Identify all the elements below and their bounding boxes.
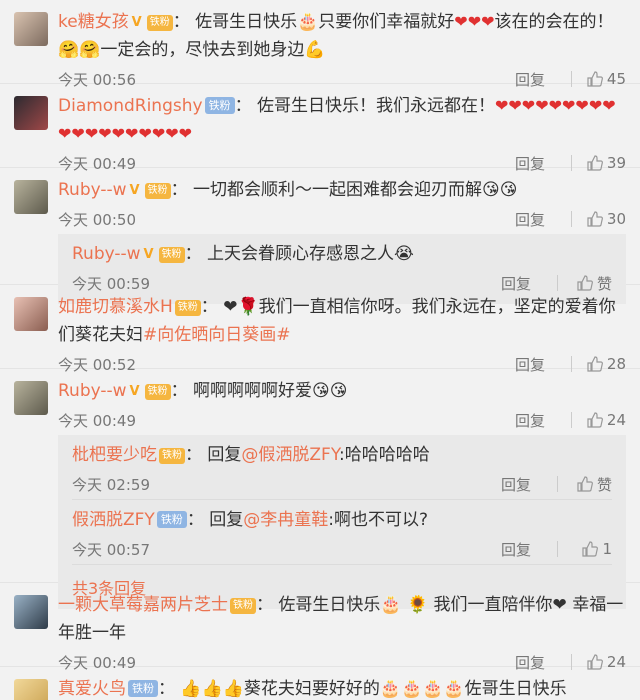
reply-prefix: 回复 <box>209 510 244 530</box>
sub-reply-body: 假洒脱ZFY 铁粉： 回复@李冉童鞋:啊也不可以? <box>72 510 428 530</box>
comment-item: Ruby--w V 铁粉： 啊啊啊啊啊好爱😘😘 今天 00:49 回复 24 枇杷要… <box>0 369 640 609</box>
comment-meta: 今天 00:49 回复 24 <box>58 405 626 435</box>
reply-prefix: 回复 <box>207 445 242 465</box>
comment-item: 真爱火鸟 铁粉： 👍👍👍葵花夫妇要好好的🎂🎂🎂🎂佐哥生日快乐 <box>0 667 640 700</box>
comment-text: 啊啊啊啊啊好爱😘😘 <box>192 381 348 401</box>
like-button[interactable]: 1 <box>568 540 612 558</box>
like-count: 30 <box>606 210 626 228</box>
comment-body: 真爱火鸟 铁粉： 👍👍👍葵花夫妇要好好的🎂🎂🎂🎂佐哥生日快乐 <box>58 679 567 699</box>
level-badge: 铁粉 <box>144 183 171 199</box>
comment-item: DiamondRingshy 铁粉： 佐哥生日快乐！我们永远都在！❤❤❤❤❤❤❤❤… <box>0 84 640 173</box>
comment-body: Ruby--w V 铁粉： 一切都会顺利～一起困难都会迎刃而解😘😘 <box>58 180 518 200</box>
like-button[interactable]: 30 <box>582 210 626 228</box>
thumbs-up-icon <box>582 541 599 557</box>
comment-item: 如鹿切慕溪水H 铁粉： ❤🌹我们一直相信你呀。我们永远在，坚定的爱着你们葵花夫妇#… <box>0 285 640 374</box>
fan-badge: 铁粉 <box>128 680 158 697</box>
comment-feed: ke糖女孩 V 铁粉： 佐哥生日快乐🎂只要你们幸福就好❤❤❤该在的会在的！🤗🤗一定会… <box>0 0 640 700</box>
mention-link[interactable]: @假洒脱ZFY <box>241 445 339 465</box>
comment-meta: 今天 00:50 回复 30 <box>58 204 626 234</box>
comment-text: 佐哥生日快乐🎂只要你们幸福就好 <box>195 12 455 32</box>
avatar[interactable] <box>14 297 48 331</box>
username[interactable]: DiamondRingshy <box>58 96 203 116</box>
comment-body: Ruby--w V 铁粉： 啊啊啊啊啊好爱😘😘 <box>58 381 348 401</box>
comment-text: :哈哈哈哈哈 <box>338 445 430 465</box>
username[interactable]: 真爱火鸟 <box>58 679 126 699</box>
thumbs-up-icon <box>587 412 603 428</box>
username[interactable]: Ruby--w <box>72 244 141 264</box>
avatar[interactable] <box>14 679 48 700</box>
fan-badge: 铁粉 <box>156 511 187 528</box>
avatar[interactable] <box>14 96 48 130</box>
comment-text: 👍👍👍葵花夫妇要好好的🎂🎂🎂🎂佐哥生日快乐 <box>180 679 567 699</box>
level-badge: 铁粉 <box>158 247 185 263</box>
reply-button[interactable]: 回复 <box>501 474 557 495</box>
level-badge: 铁粉 <box>144 384 171 400</box>
level-badge: 铁粉 <box>159 448 185 464</box>
level-badge: 铁粉 <box>146 15 173 31</box>
timestamp: 今天 02:59 <box>72 475 150 494</box>
comment-meta: 今天 00:57 回复 1 <box>72 534 612 564</box>
mention-link[interactable]: @李冉童鞋 <box>243 510 328 530</box>
like-count: 1 <box>602 540 612 558</box>
vip-icon: V <box>131 15 142 30</box>
timestamp: 今天 00:57 <box>72 540 150 559</box>
like-count: 24 <box>606 411 626 429</box>
comment-text: 一切都会顺利～一起困难都会迎刃而解😘😘 <box>192 180 518 200</box>
fan-badge: 铁粉 <box>204 97 235 114</box>
avatar[interactable] <box>14 595 48 629</box>
comment-body: 如鹿切慕溪水H 铁粉： ❤🌹我们一直相信你呀。我们永远在，坚定的爱着你们葵花夫妇#… <box>58 297 616 345</box>
username[interactable]: Ruby--w <box>58 381 127 401</box>
comment-text: 佐哥生日快乐！我们永远都在！ <box>256 96 495 116</box>
username[interactable]: 假洒脱ZFY <box>72 510 155 530</box>
comment-body: ke糖女孩 V 铁粉： 佐哥生日快乐🎂只要你们幸福就好❤❤❤该在的会在的！🤗🤗一定会… <box>58 12 614 60</box>
comment-text: 上天会眷顾心存感恩之人😭 <box>206 244 414 264</box>
divider <box>571 211 572 227</box>
comment-item: Ruby--w V 铁粉： 一切都会顺利～一起困难都会迎刃而解😘😘 今天 00:50… <box>0 168 640 304</box>
topic-link[interactable]: #向佐晒向日葵画# <box>143 325 291 345</box>
avatar[interactable] <box>14 381 48 415</box>
sub-reply: 枇杷要少吃 铁粉： 回复@假洒脱ZFY:哈哈哈哈哈 今天 02:59 回复 赞 <box>72 435 612 500</box>
vip-icon: V <box>143 247 154 262</box>
username[interactable]: 枇杷要少吃 <box>72 445 157 465</box>
divider <box>557 541 558 557</box>
like-button[interactable]: 24 <box>582 411 626 429</box>
vip-icon: V <box>129 183 140 198</box>
username[interactable]: 如鹿切慕溪水H <box>58 297 173 317</box>
sub-reply-body: 枇杷要少吃 铁粉： 回复@假洒脱ZFY:哈哈哈哈哈 <box>72 445 430 465</box>
comment-body: DiamondRingshy 铁粉： 佐哥生日快乐！我们永远都在！❤❤❤❤❤❤❤❤… <box>58 96 616 143</box>
avatar[interactable] <box>14 180 48 214</box>
username[interactable]: Ruby--w <box>58 180 127 200</box>
hearts: ❤❤❤ <box>454 12 495 31</box>
username[interactable]: 一颗大草莓嘉两片芝士 <box>58 595 228 615</box>
level-badge: 铁粉 <box>174 300 201 316</box>
username[interactable]: ke糖女孩 <box>58 12 129 32</box>
thumbs-up-icon <box>587 211 603 227</box>
reply-button[interactable]: 回复 <box>515 410 571 431</box>
sub-reply: 假洒脱ZFY 铁粉： 回复@李冉童鞋:啊也不可以? 今天 00:57 回复 1 <box>72 500 612 565</box>
comment-item: 一颗大草莓嘉两片芝士 铁粉： 佐哥生日快乐🎂 🌻 我们一直陪伴你❤ 幸福一年胜一年… <box>0 583 640 672</box>
level-badge: 铁粉 <box>230 598 256 614</box>
divider <box>557 476 558 492</box>
sub-reply-body: Ruby--w V 铁粉： 上天会眷顾心存感恩之人😭 <box>72 244 414 264</box>
reply-button[interactable]: 回复 <box>501 539 557 560</box>
comment-body: 一颗大草莓嘉两片芝士 铁粉： 佐哥生日快乐🎂 🌻 我们一直陪伴你❤ 幸福一年胜一年 <box>58 595 624 643</box>
thumbs-up-icon <box>577 476 593 492</box>
timestamp: 今天 00:49 <box>58 411 136 430</box>
comment-meta: 今天 02:59 回复 赞 <box>72 469 612 499</box>
reply-button[interactable]: 回复 <box>515 209 571 230</box>
like-button[interactable]: 赞 <box>568 474 612 495</box>
divider <box>571 412 572 428</box>
comment-item: ke糖女孩 V 铁粉： 佐哥生日快乐🎂只要你们幸福就好❤❤❤该在的会在的！🤗🤗一定会… <box>0 0 640 89</box>
vip-icon: V <box>129 384 140 399</box>
like-label: 赞 <box>596 475 612 494</box>
comment-text: :啊也不可以? <box>328 510 428 530</box>
avatar[interactable] <box>14 12 48 46</box>
timestamp: 今天 00:50 <box>58 210 136 229</box>
